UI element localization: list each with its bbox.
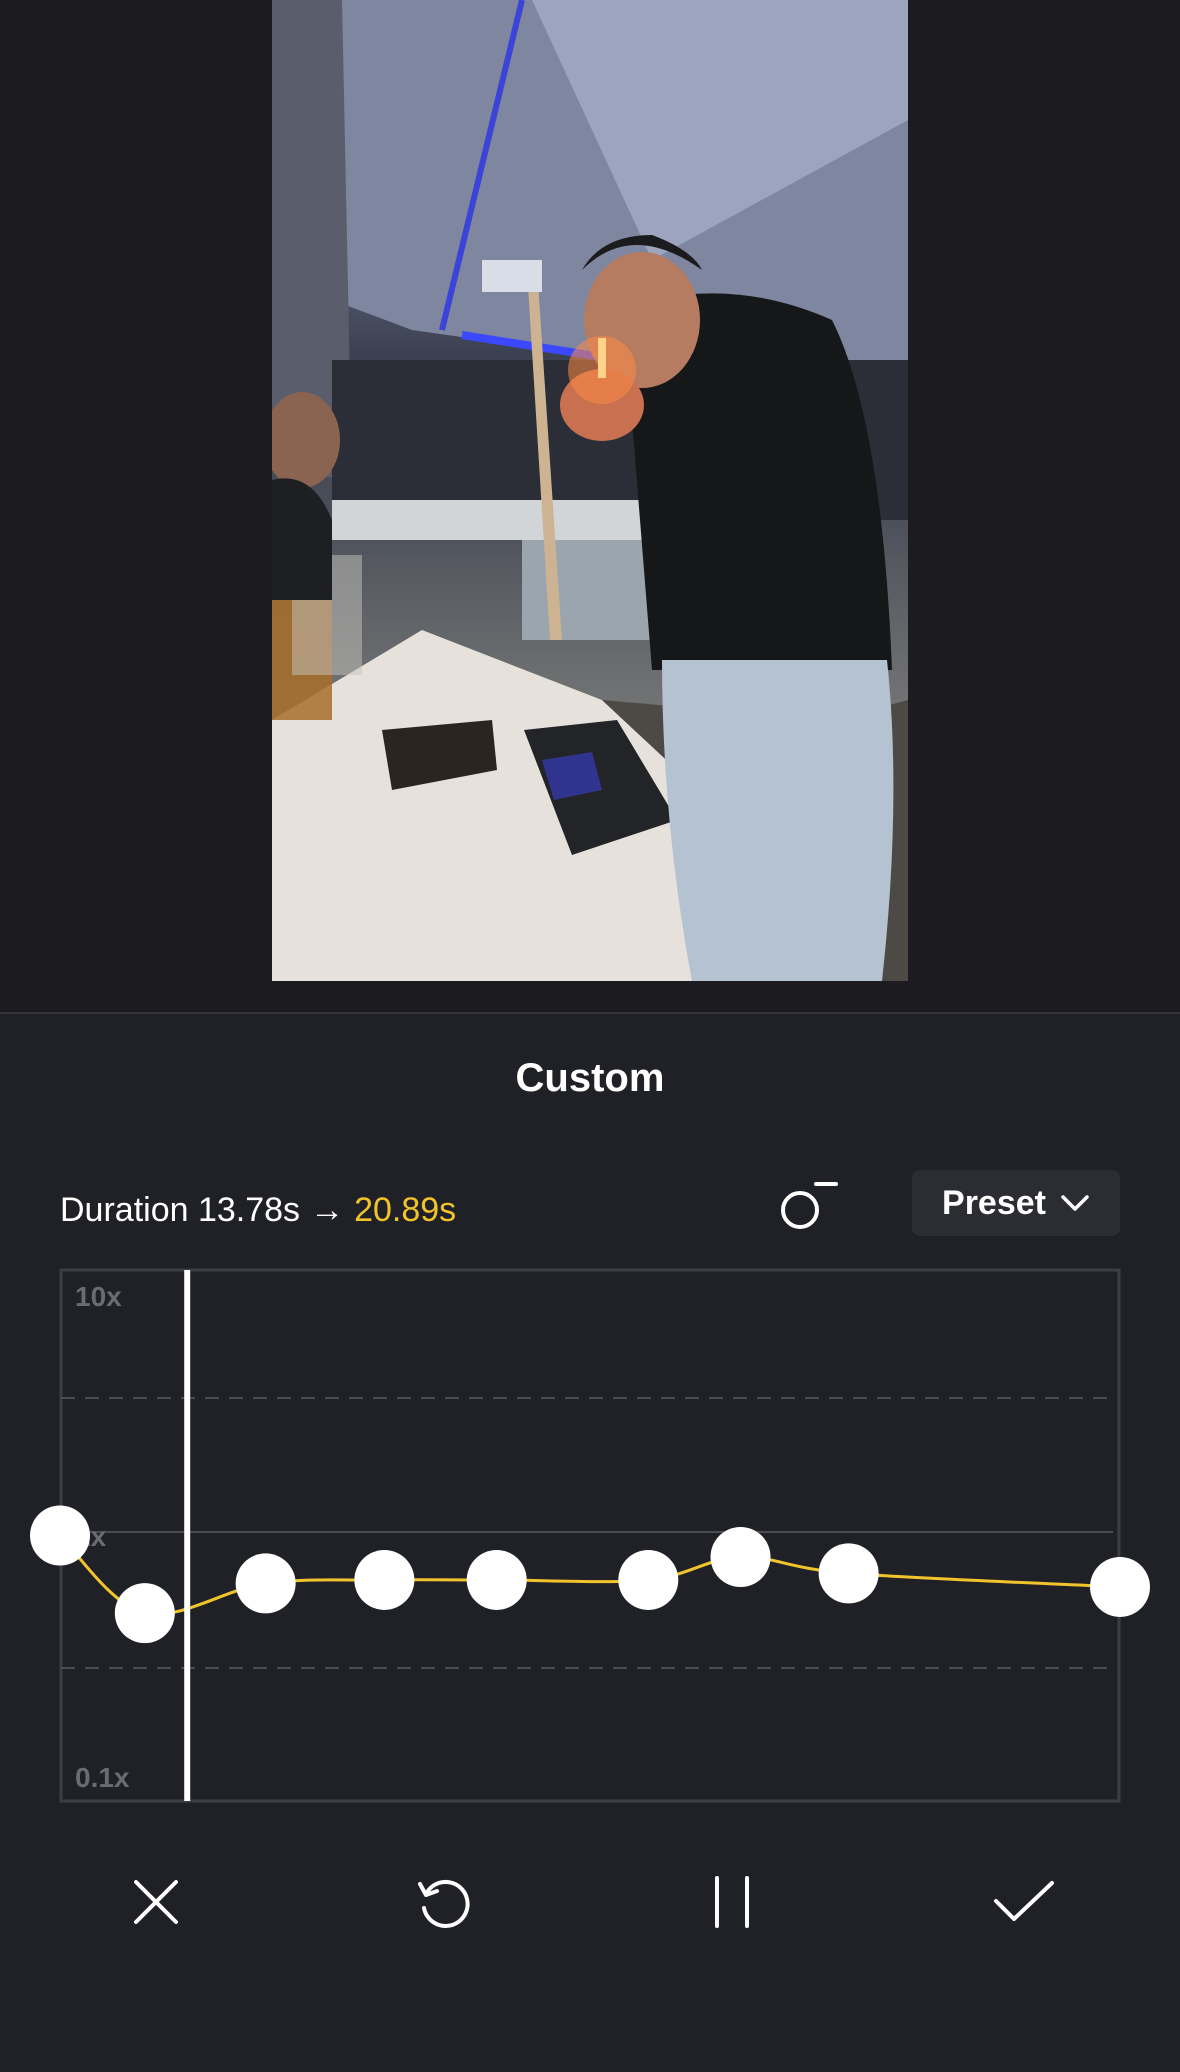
duration-label: Duration (60, 1191, 189, 1229)
speed-point-8[interactable] (818, 1543, 879, 1604)
pause-icon (715, 1876, 749, 1928)
video-frame-image (272, 0, 908, 981)
speed-point-6[interactable] (618, 1549, 679, 1610)
speed-point-7[interactable] (710, 1526, 771, 1587)
speed-point-5[interactable] (466, 1549, 527, 1610)
duration-arrow: → (310, 1191, 345, 1229)
speed-point-3[interactable] (235, 1553, 296, 1614)
reset-button[interactable] (394, 1852, 494, 1952)
reset-curve-icon (781, 1182, 838, 1229)
duration-new: 20.89s (354, 1191, 457, 1229)
panel-title: Custom (515, 1056, 665, 1100)
video-preview-area (0, 0, 1180, 1012)
duration-info: Duration 13.78s → 20.89s (60, 1186, 456, 1234)
check-icon (994, 1881, 1054, 1921)
cancel-button[interactable] (106, 1852, 206, 1952)
close-icon (134, 1880, 178, 1924)
y-min-label: 0.1x (75, 1762, 130, 1793)
duration-original: 13.78s (197, 1191, 301, 1229)
pause-button[interactable] (682, 1852, 782, 1952)
chevron-down-icon (1061, 1195, 1089, 1211)
preset-dropdown[interactable]: Preset (912, 1170, 1120, 1236)
reset-curve-button[interactable] (774, 1176, 844, 1242)
speed-point-2[interactable] (114, 1583, 175, 1644)
reset-icon (418, 1879, 470, 1928)
y-max-label: 10x (75, 1281, 122, 1312)
preset-label: Preset (942, 1183, 1046, 1222)
video-preview[interactable] (272, 0, 908, 981)
speed-point-9[interactable] (1090, 1556, 1150, 1617)
speed-point-4[interactable] (354, 1549, 415, 1610)
speed-point-1[interactable] (30, 1505, 90, 1566)
confirm-button[interactable] (974, 1852, 1074, 1952)
